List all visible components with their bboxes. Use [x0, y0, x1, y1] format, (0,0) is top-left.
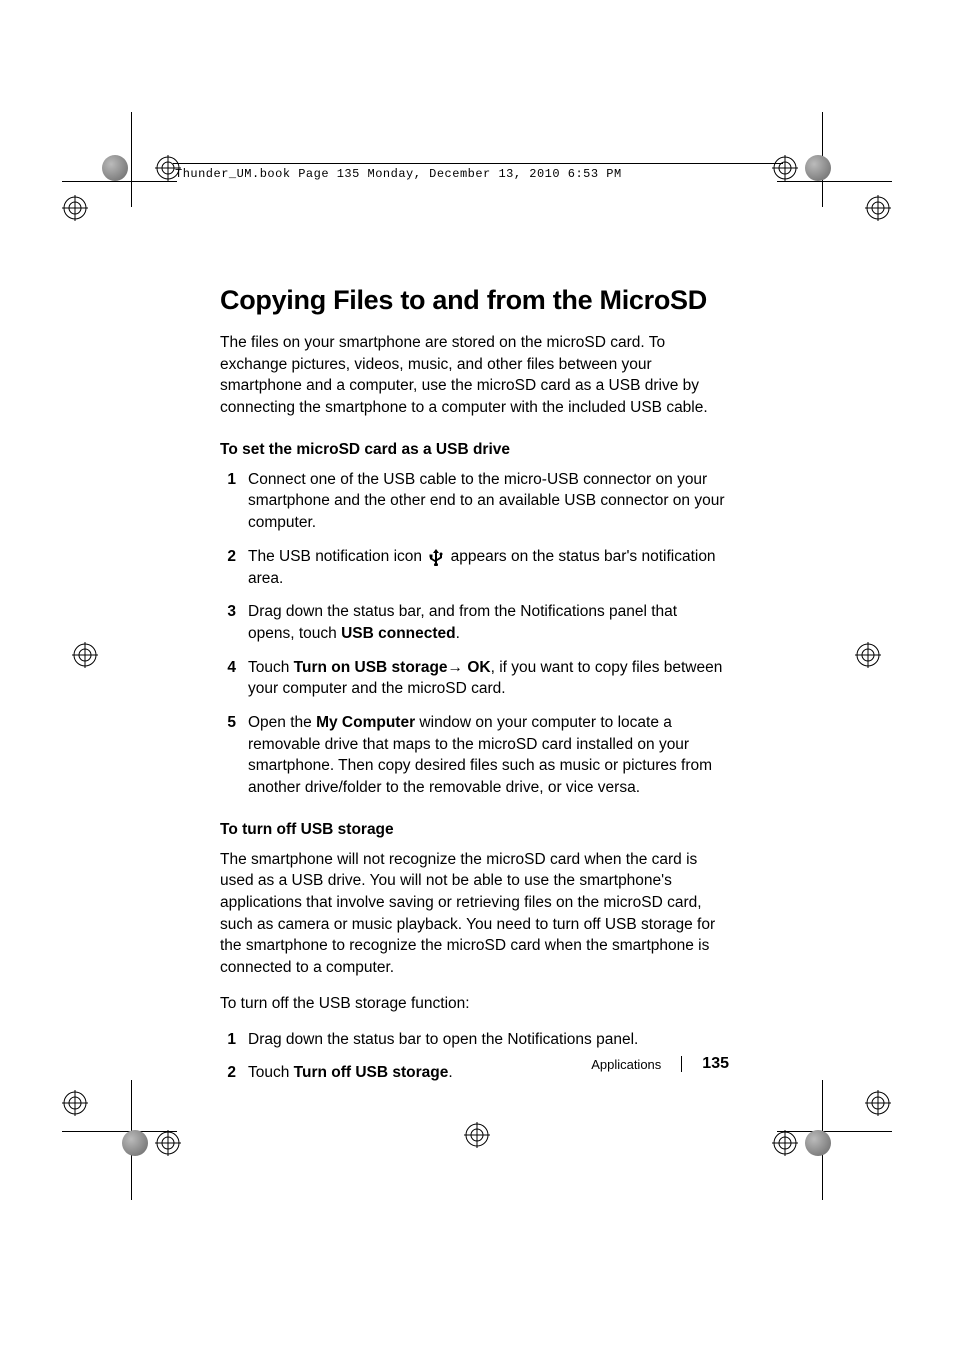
step-text: Drag down the status bar, and from the N…	[248, 601, 725, 644]
body-paragraph: To turn off the USB storage function:	[220, 993, 725, 1015]
print-header-line: Thunder_UM.book Page 135 Monday, Decembe…	[175, 167, 622, 181]
step-number: 5	[220, 712, 248, 799]
page-number: 135	[702, 1055, 729, 1073]
print-ornament-icon	[805, 155, 831, 181]
crop-line	[777, 181, 892, 182]
step-number: 3	[220, 601, 248, 644]
usb-trident-icon	[428, 548, 444, 566]
intro-paragraph: The files on your smartphone are stored …	[220, 332, 725, 419]
page-footer: Applications 135	[591, 1055, 729, 1073]
registration-mark-icon	[464, 1122, 490, 1148]
footer-section-label: Applications	[591, 1057, 661, 1072]
registration-mark-icon	[62, 1090, 88, 1116]
registration-mark-icon	[855, 642, 881, 668]
step-number: 1	[220, 1029, 248, 1051]
registration-mark-icon	[72, 642, 98, 668]
header-rule	[173, 163, 783, 164]
step-item: 4 Touch Turn on USB storage→ OK, if you …	[220, 657, 725, 700]
step-number: 2	[220, 546, 248, 589]
step-number: 4	[220, 657, 248, 700]
step-text: Open the My Computer window on your comp…	[248, 712, 725, 799]
step-number: 2	[220, 1062, 248, 1084]
main-heading: Copying Files to and from the MicroSD	[220, 285, 725, 316]
print-ornament-icon	[805, 1130, 831, 1156]
body-paragraph: The smartphone will not recognize the mi…	[220, 849, 725, 979]
registration-mark-icon	[865, 1090, 891, 1116]
step-item: 5 Open the My Computer window on your co…	[220, 712, 725, 799]
steps-list-1: 1 Connect one of the USB cable to the mi…	[220, 469, 725, 799]
step-number: 1	[220, 469, 248, 534]
step-text: The USB notification icon appears on the…	[248, 546, 725, 589]
step-item: 3 Drag down the status bar, and from the…	[220, 601, 725, 644]
step-text: Connect one of the USB cable to the micr…	[248, 469, 725, 534]
registration-mark-icon	[772, 1130, 798, 1156]
step-text: Drag down the status bar to open the Not…	[248, 1029, 725, 1051]
registration-mark-icon	[865, 195, 891, 221]
registration-mark-icon	[62, 195, 88, 221]
step-item: 2 The USB notification icon appears on t…	[220, 546, 725, 589]
print-ornament-icon	[102, 155, 128, 181]
registration-mark-icon	[155, 1130, 181, 1156]
step-text: Touch Turn on USB storage→ OK, if you wa…	[248, 657, 725, 700]
step-item: 1 Connect one of the USB cable to the mi…	[220, 469, 725, 534]
section-heading-turn-off: To turn off USB storage	[220, 821, 725, 839]
print-ornament-icon	[122, 1130, 148, 1156]
page-content: Copying Files to and from the MicroSD Th…	[220, 285, 725, 1106]
footer-divider	[681, 1056, 682, 1072]
crop-line	[131, 112, 132, 207]
step-item: 1 Drag down the status bar to open the N…	[220, 1029, 725, 1051]
crop-line	[62, 181, 177, 182]
section-heading-set-usb: To set the microSD card as a USB drive	[220, 441, 725, 459]
registration-mark-icon	[772, 155, 798, 181]
